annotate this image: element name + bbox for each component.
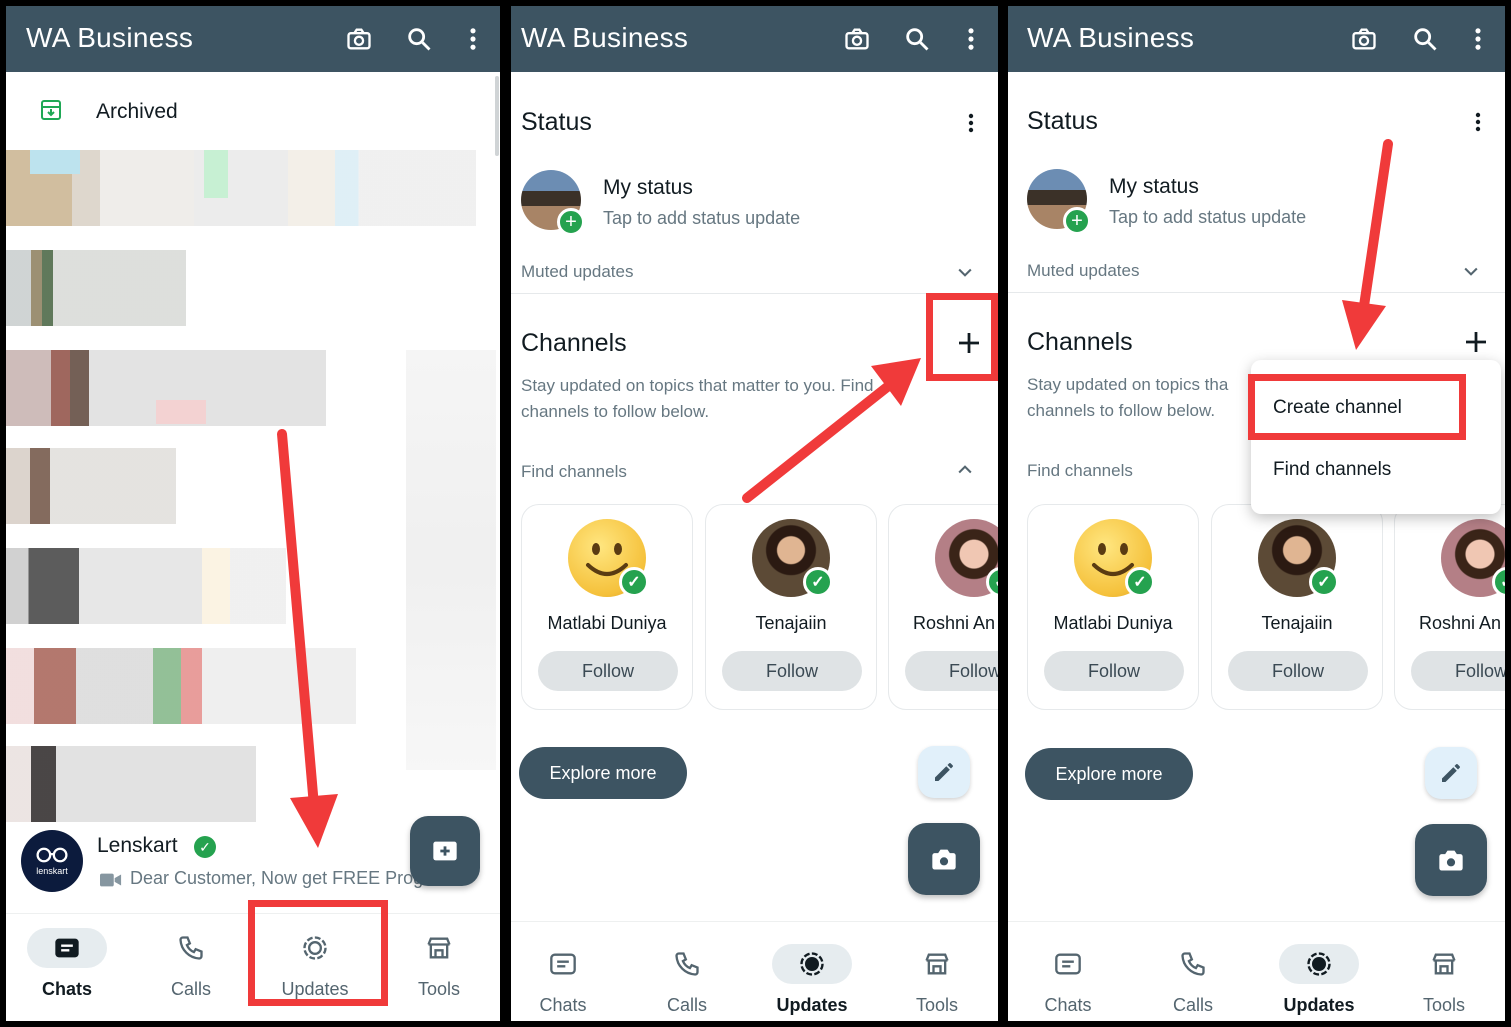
screen-updates: WA Business Status + My status Tap to ad… bbox=[511, 6, 998, 1021]
annotation-arrow-down bbox=[277, 429, 338, 848]
screen-updates-menu: WA Business Status + My status Tap to ad… bbox=[1008, 6, 1505, 1021]
screen-chats: WA Business Archived lenskart Lenskart ✓… bbox=[6, 6, 500, 1021]
annotation-arrow-down bbox=[1342, 139, 1393, 350]
annotation-arrow bbox=[742, 358, 921, 503]
